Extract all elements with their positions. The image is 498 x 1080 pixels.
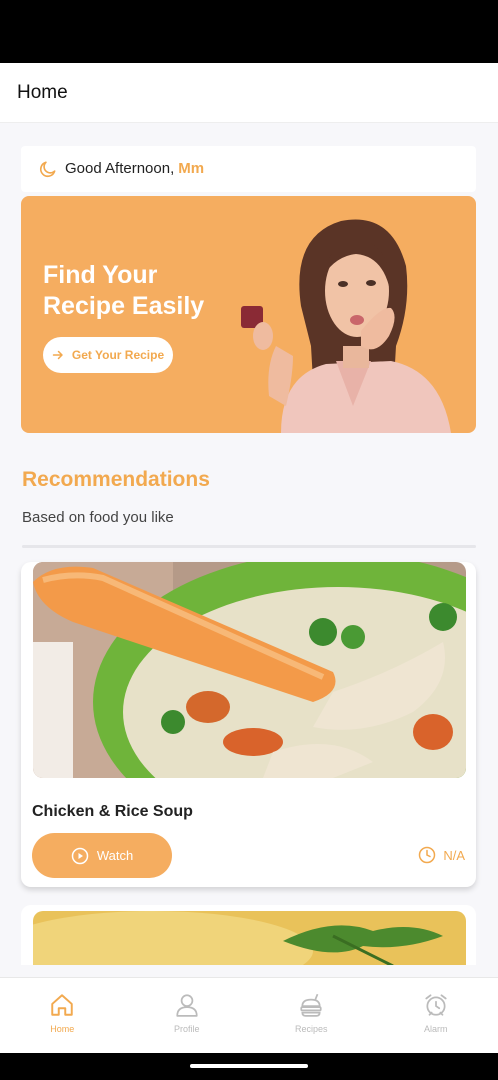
banner-title: Find Your Recipe Easily xyxy=(43,261,205,320)
greeting-card: Good Afternoon, Mm xyxy=(21,146,476,192)
arrow-right-icon xyxy=(52,350,63,360)
watch-label: Watch xyxy=(96,848,134,863)
app-screen: Home Good Afternoon, Mm Find Your Recipe … xyxy=(0,63,498,1053)
cook-time: N/A xyxy=(418,846,465,864)
nav-label-home: Home xyxy=(50,1024,75,1034)
recommendations-title: Recommendations xyxy=(22,468,210,491)
gesture-bar xyxy=(0,1053,498,1080)
food-photo xyxy=(33,911,466,965)
cook-time-value: N/A xyxy=(443,847,465,863)
home-gesture-handle[interactable] xyxy=(190,1064,308,1068)
get-recipe-button[interactable]: Get Your Recipe xyxy=(43,337,173,373)
promo-banner: Find Your Recipe Easily Get Your Recipe xyxy=(21,196,476,433)
profile-icon xyxy=(176,994,198,1017)
play-icon xyxy=(71,847,89,864)
soup-photo xyxy=(33,562,466,778)
recipe-card[interactable]: Chicken & Rice Soup Watch N/A xyxy=(21,562,476,887)
nav-item-recipes[interactable]: Recipes xyxy=(249,978,374,1053)
get-recipe-label: Get Your Recipe xyxy=(71,348,165,362)
clock-icon xyxy=(419,846,436,864)
page-title: Home xyxy=(17,82,68,103)
nav-label-alarm: Alarm xyxy=(423,1024,448,1034)
app-header: Home xyxy=(0,63,498,123)
user-name: Mm xyxy=(178,160,205,177)
woman-illustration xyxy=(241,219,451,433)
recipe-image[interactable] xyxy=(33,562,466,778)
nav-item-profile[interactable]: Profile xyxy=(125,978,250,1053)
home-icon xyxy=(51,994,73,1016)
status-bar xyxy=(0,0,498,63)
watch-button[interactable]: Watch xyxy=(32,833,172,878)
divider xyxy=(22,545,476,548)
alarm-icon xyxy=(425,994,447,1016)
nav-label-profile: Profile xyxy=(173,1024,200,1034)
greeting-text: Good Afternoon, Mm xyxy=(65,160,204,177)
recipe-card[interactable] xyxy=(21,905,476,965)
greeting-label: Good Afternoon, xyxy=(65,160,175,177)
nav-item-alarm[interactable]: Alarm xyxy=(374,978,498,1053)
recipe-name: Chicken & Rice Soup xyxy=(32,803,193,820)
moon-icon xyxy=(39,161,56,178)
recipes-icon xyxy=(300,993,322,1017)
bottom-navigation: Home Profile Recipes Alarm xyxy=(0,977,498,1053)
nav-label-recipes: Recipes xyxy=(294,1024,328,1034)
recommendations-subtitle: Based on food you like xyxy=(22,509,174,526)
recipe-image[interactable] xyxy=(33,911,466,965)
nav-item-home[interactable]: Home xyxy=(0,978,125,1053)
